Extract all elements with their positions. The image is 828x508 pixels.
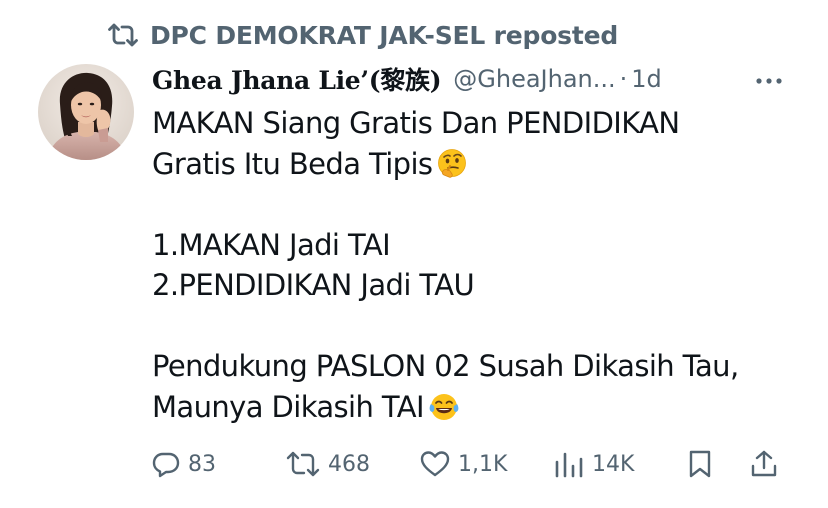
like-count: 1,1K [458,451,508,477]
display-name[interactable]: Ghea Jhana Lie’(黎族) [152,61,442,97]
tweet-line: 1.MAKAN Jadi TAI [152,227,391,262]
tweet-text: MAKAN Siang Gratis Dan PENDIDIKAN Gratis… [152,103,812,427]
action-bar: 83 468 1,1K 14K [152,444,792,484]
repost-icon [108,22,138,48]
views-button[interactable]: 14K [554,444,634,484]
bookmark-icon [688,449,712,479]
avatar[interactable] [38,64,134,160]
tweet-line: Gratis Itu Beda Tipis [152,144,812,185]
user-handle[interactable]: @GheaJhan... [453,65,615,93]
repost-count: 468 [328,451,370,477]
repost-button[interactable]: 468 [286,444,370,484]
share-button[interactable] [750,444,778,484]
thinking-face-emoji [436,148,468,180]
reply-count: 83 [188,451,216,477]
repost-indicator[interactable]: DPC DEMOKRAT JAK-SEL reposted [108,18,618,52]
tweet-header: Ghea Jhana Lie’(黎族) @GheaJhan... · 1d [152,58,792,100]
more-options-button[interactable] [752,62,786,96]
tears-of-joy-emoji [428,391,460,423]
share-icon [750,449,778,479]
tweet-line: 2.PENDIDIKAN Jadi TAU [152,268,475,302]
repost-label[interactable]: DPC DEMOKRAT JAK-SEL reposted [150,21,618,50]
reply-icon [152,450,180,478]
views-count: 14K [592,451,635,477]
like-icon [420,450,450,478]
like-button[interactable]: 1,1K [420,444,507,484]
views-icon [554,450,584,478]
more-icon [755,70,783,89]
timestamp[interactable]: 1d [631,65,662,93]
tweet-line: MAKAN Siang Gratis Dan PENDIDIKAN [152,106,680,140]
separator-dot: · [619,65,628,93]
tweet-line: Pendukung PASLON 02 Susah Dikasih Tau, [152,349,739,383]
repost-icon [286,450,320,478]
bookmark-button[interactable] [688,444,712,484]
reply-button[interactable]: 83 [152,444,216,484]
tweet-line: Maunya Dikasih TAI [152,387,812,428]
